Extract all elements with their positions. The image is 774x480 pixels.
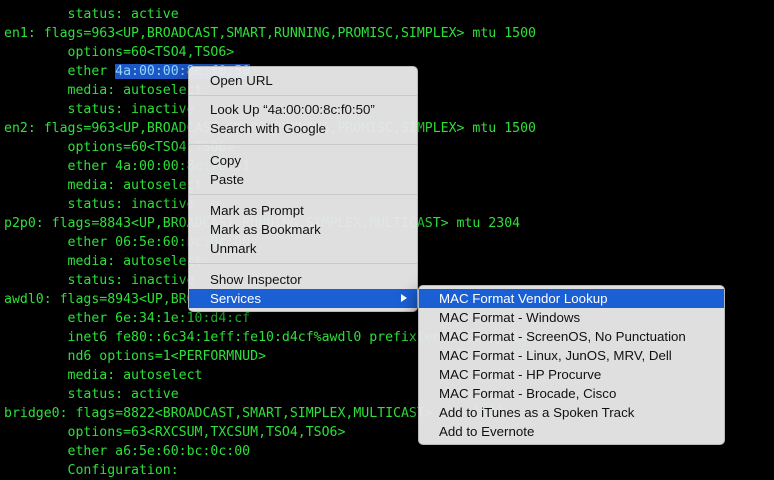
terminal-line: status: inactive	[4, 102, 195, 117]
terminal-line: status: inactive	[4, 273, 195, 288]
terminal-line: en1: flags=963<UP,BROADCAST,SMART,RUNNIN…	[4, 26, 536, 41]
services-item-mac-hp-procurve[interactable]: MAC Format - HP Procurve	[419, 365, 724, 384]
services-item-mac-screenos[interactable]: MAC Format - ScreenOS, No Punctuation	[419, 327, 724, 346]
menu-separator	[189, 194, 417, 195]
services-item-mac-brocade-cisco[interactable]: MAC Format - Brocade, Cisco	[419, 384, 724, 403]
terminal-line-prefix: ether	[4, 64, 116, 79]
menu-item-look-up[interactable]: Look Up “4a:00:00:8c:f0:50”	[189, 100, 417, 119]
menu-item-services[interactable]: Services	[189, 289, 417, 308]
services-item-add-to-itunes[interactable]: Add to iTunes as a Spoken Track	[419, 403, 724, 422]
services-item-mac-linux[interactable]: MAC Format - Linux, JunOS, MRV, Dell	[419, 346, 724, 365]
services-item-mac-windows[interactable]: MAC Format - Windows	[419, 308, 724, 327]
terminal-line: status: active	[4, 387, 179, 402]
terminal-line: options=63<RXCSUM,TXCSUM,TSO4,TSO6>	[4, 425, 346, 440]
terminal-line: media: autoselect	[4, 178, 203, 193]
services-item-add-to-evernote[interactable]: Add to Evernote	[419, 422, 724, 441]
menu-item-services-label: Services	[210, 291, 261, 306]
terminal-line: media: autoselect	[4, 254, 203, 269]
terminal-line: status: active	[4, 7, 179, 22]
menu-separator	[189, 95, 417, 96]
menu-separator	[189, 144, 417, 145]
terminal-line: status: inactive	[4, 197, 195, 212]
terminal-line: media: autoselect	[4, 368, 203, 383]
menu-item-copy[interactable]: Copy	[189, 151, 417, 170]
terminal-line: ether a6:5e:60:bc:0c:00	[4, 444, 251, 459]
menu-item-paste[interactable]: Paste	[189, 170, 417, 189]
menu-item-unmark[interactable]: Unmark	[189, 239, 417, 258]
services-item-mac-vendor-lookup[interactable]: MAC Format Vendor Lookup	[419, 289, 724, 308]
menu-separator	[189, 263, 417, 264]
terminal-line: Configuration:	[4, 463, 179, 478]
terminal-line: media: autoselect	[4, 83, 203, 98]
terminal-line: options=60<TSO4,TSO6>	[4, 45, 235, 60]
menu-item-mark-as-bookmark[interactable]: Mark as Bookmark	[189, 220, 417, 239]
context-menu: Open URL Look Up “4a:00:00:8c:f0:50” Sea…	[188, 66, 418, 312]
menu-item-mark-as-prompt[interactable]: Mark as Prompt	[189, 201, 417, 220]
services-submenu: MAC Format Vendor Lookup MAC Format - Wi…	[418, 285, 725, 445]
submenu-arrow-icon	[401, 294, 407, 302]
menu-item-show-inspector[interactable]: Show Inspector	[189, 270, 417, 289]
terminal-line: nd6 options=1<PERFORMNUD>	[4, 349, 267, 364]
menu-item-open-url[interactable]: Open URL	[189, 71, 417, 90]
menu-item-search-google[interactable]: Search with Google	[189, 119, 417, 138]
